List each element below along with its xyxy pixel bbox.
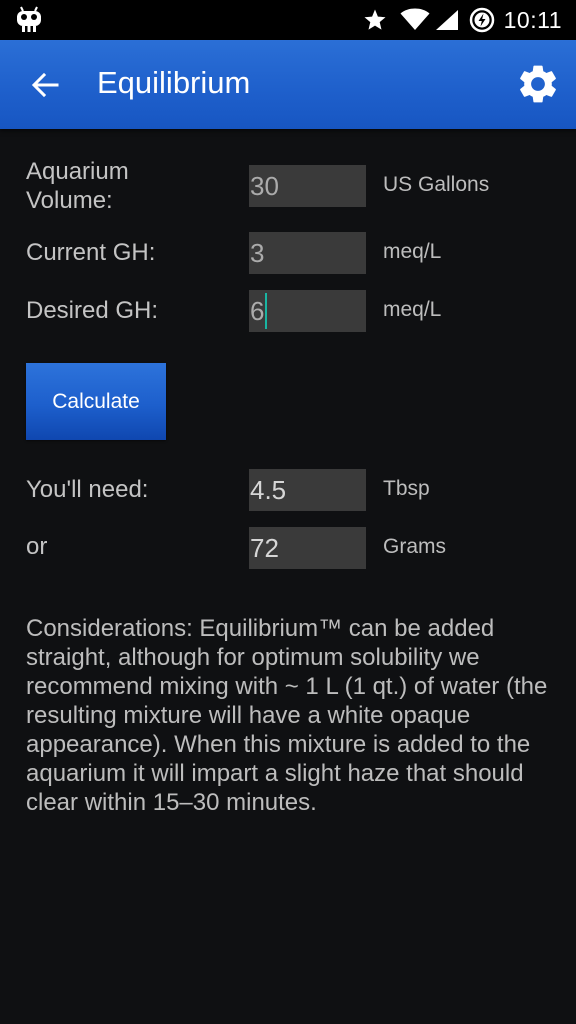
calculate-button[interactable]: Calculate — [26, 363, 166, 440]
desired-gh-label: Desired GH: — [26, 297, 159, 324]
signal-icon — [436, 10, 458, 30]
desired-gh-input[interactable]: 6 — [249, 290, 366, 332]
need-value: 4.5 — [250, 475, 287, 505]
considerations-text: Considerations: Equilibrium™ can be adde… — [26, 615, 548, 816]
star-icon — [364, 9, 386, 30]
current-gh-label: Current GH: — [26, 239, 156, 266]
status-bar: 10:11 — [0, 0, 576, 40]
need-unit: Tbsp — [383, 477, 430, 500]
android-icon — [17, 6, 41, 32]
grams-value: 72 — [250, 533, 279, 563]
settings-button[interactable] — [514, 60, 562, 108]
desired-gh-unit: meq/L — [383, 298, 442, 321]
need-label: You'll need: — [26, 476, 149, 503]
wifi-icon — [400, 8, 430, 30]
volume-unit: US Gallons — [383, 173, 490, 196]
back-button[interactable] — [24, 64, 66, 106]
app-bar: Equilibrium — [0, 40, 576, 129]
volume-value: 30 — [250, 171, 279, 201]
volume-input[interactable]: 30 — [249, 165, 366, 207]
text-cursor — [265, 293, 268, 330]
grams-unit: Grams — [383, 535, 446, 558]
current-gh-value: 3 — [250, 238, 265, 268]
page-title: Equilibrium — [97, 65, 251, 100]
grams-output: 72 — [249, 527, 366, 569]
battery-charging-icon — [469, 7, 495, 33]
arrow-back-icon — [31, 72, 59, 98]
gear-icon — [520, 65, 556, 103]
desired-gh-value: 6 — [250, 296, 265, 326]
need-output: 4.5 — [249, 469, 366, 511]
current-gh-input[interactable]: 3 — [249, 232, 366, 274]
volume-label: Aquarium Volume: — [26, 158, 129, 214]
current-gh-unit: meq/L — [383, 240, 442, 263]
status-clock: 10:11 — [503, 7, 562, 33]
or-label: or — [26, 533, 48, 560]
